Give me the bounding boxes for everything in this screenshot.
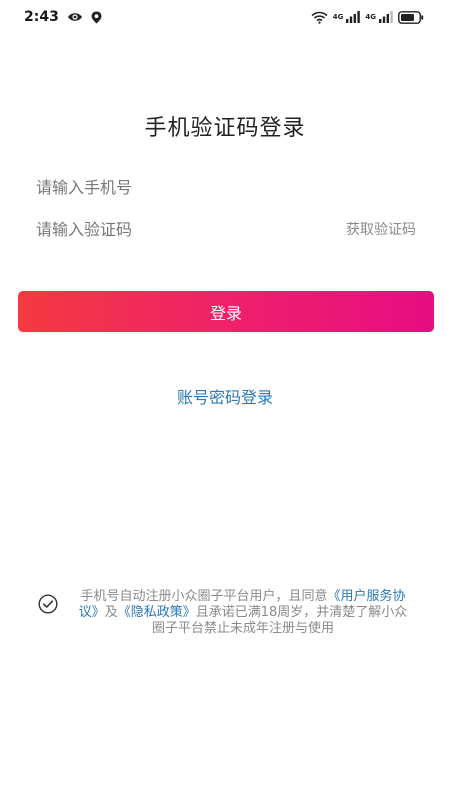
- phone-input[interactable]: [36, 177, 276, 197]
- status-time: 2:43: [24, 9, 59, 25]
- privacy-policy-link[interactable]: 《隐私政策》: [118, 605, 196, 620]
- sim1-network-label: 4G: [332, 13, 344, 21]
- battery-icon: [398, 10, 424, 24]
- phone-field: [36, 172, 416, 202]
- status-bar: 2:43 4G 4G: [0, 0, 450, 34]
- wifi-icon: [311, 11, 328, 24]
- signal-icon: [379, 11, 393, 23]
- agreement-text-part2: 及: [104, 605, 118, 620]
- page-title: 手机验证码登录: [144, 116, 306, 141]
- check-circle-icon[interactable]: [38, 594, 58, 614]
- get-code-button[interactable]: 获取验证码: [346, 219, 416, 239]
- agreement: 手机号自动注册小众圈子平台用户，且同意《用户服务协议》及《隐私政策》且承诺已满1…: [38, 589, 418, 637]
- eye-icon: [67, 11, 83, 23]
- status-left: 2:43: [24, 9, 102, 25]
- location-icon: [91, 11, 102, 24]
- status-right: 4G 4G: [311, 10, 424, 24]
- signal-icon: [346, 11, 361, 23]
- code-field: 获取验证码: [36, 214, 416, 244]
- agreement-text-part1: 手机号自动注册小众圈子平台用户，且同意: [80, 589, 328, 604]
- password-login-link[interactable]: 账号密码登录: [0, 384, 450, 408]
- agreement-text: 手机号自动注册小众圈子平台用户，且同意《用户服务协议》及《隐私政策》且承诺已满1…: [73, 589, 413, 637]
- login-button[interactable]: 登录: [18, 291, 434, 332]
- sim2-network-label: 4G: [365, 13, 376, 21]
- verification-code-input[interactable]: [36, 219, 276, 239]
